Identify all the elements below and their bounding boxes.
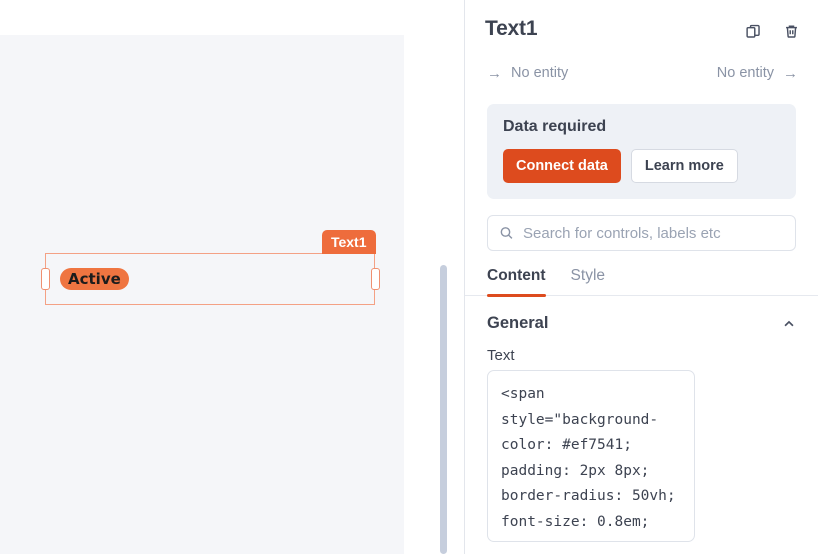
- text-code-input[interactable]: <span style="background-color: #ef7541; …: [487, 370, 695, 542]
- text-field-label: Text: [487, 347, 515, 364]
- next-entity-link[interactable]: No entity →: [717, 65, 798, 81]
- duplicate-icon[interactable]: [742, 20, 764, 42]
- learn-more-button[interactable]: Learn more: [630, 149, 738, 183]
- data-required-callout: Data required Connect data Learn more: [487, 104, 796, 199]
- previous-entity-link[interactable]: → No entity: [487, 65, 568, 81]
- canvas-surface[interactable]: Text1 Active: [0, 35, 404, 554]
- data-required-actions: Connect data Learn more: [503, 149, 780, 183]
- resize-handle-right[interactable]: [370, 268, 380, 290]
- panel-header: Text1: [465, 0, 818, 58]
- tab-style[interactable]: Style: [571, 267, 605, 295]
- connect-data-button[interactable]: Connect data: [503, 149, 621, 183]
- panel-tabs: Content Style: [465, 267, 818, 297]
- section-header-general[interactable]: General: [465, 296, 818, 333]
- entity-nav: → No entity No entity →: [465, 58, 818, 88]
- header-actions: [742, 20, 802, 42]
- properties-panel: Text1 → No entity No entity → Data requi…: [465, 0, 818, 554]
- arrow-right-icon: →: [487, 64, 502, 82]
- rendered-text-content: Active: [60, 268, 129, 290]
- page-title: Text1: [485, 17, 538, 40]
- data-required-title: Data required: [503, 118, 607, 135]
- canvas-area: Text1 Active: [0, 0, 404, 554]
- selected-widget-text1[interactable]: Text1 Active: [40, 230, 380, 305]
- delete-icon[interactable]: [780, 20, 802, 42]
- panel-resize-handle[interactable]: [440, 265, 447, 554]
- widget-name-badge[interactable]: Text1: [321, 230, 376, 254]
- next-entity-label: No entity: [716, 65, 774, 81]
- tab-content[interactable]: Content: [487, 267, 546, 297]
- resize-handle-left[interactable]: [40, 268, 50, 290]
- active-status-pill: Active: [60, 268, 129, 290]
- section-title-general: General: [487, 314, 549, 332]
- search-input[interactable]: [487, 215, 796, 251]
- arrow-right-icon: →: [783, 64, 798, 82]
- chevron-up-icon[interactable]: [782, 317, 796, 331]
- search-container: [487, 215, 796, 251]
- previous-entity-label: No entity: [511, 65, 569, 81]
